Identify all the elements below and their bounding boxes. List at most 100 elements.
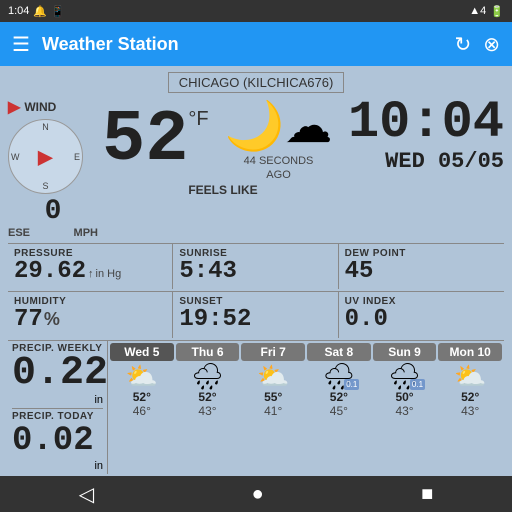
temperature-unit: °F (188, 108, 208, 131)
pressure-unit: in Hg (96, 268, 122, 280)
ago-text: 44 SECONDSAGO (217, 154, 341, 183)
sunrise-cell: SUNRISE 5:43 (173, 244, 338, 289)
wind-speed-unit: MPH (74, 227, 98, 239)
forecast-icon-wrap-3: 🌧0.1 (322, 363, 355, 390)
forecast-low-1: 43° (176, 404, 240, 418)
home-button[interactable]: ● (252, 483, 264, 506)
wind-arrow-icon: ▶ (8, 97, 20, 117)
weather-icon: 🌙☁ (225, 97, 333, 154)
forecast-header-3: Sat 8 (307, 343, 371, 361)
forecast-day-5: Mon 10 ⛅52°43° (438, 343, 502, 418)
forecast-icon-wrap-1: 🌧 (191, 363, 224, 390)
precip-badge-3: 0.1 (344, 379, 359, 390)
pressure-cell: PRESSURE 29.62 ↑ in Hg (8, 244, 173, 289)
forecast-icon-2: ⛅ (257, 363, 289, 389)
precip-divider (12, 408, 103, 409)
forecast-header-2: Fri 7 (241, 343, 305, 361)
battery-icon: 🔋 (490, 5, 504, 18)
clock-section: 10:04 WED 05/05 (348, 97, 504, 174)
forecast-day-0: Wed 5 ⛅52°46° (110, 343, 174, 418)
precip-badge-4: 0.1 (410, 379, 425, 390)
forecast-icon-1: 🌧 (191, 363, 224, 389)
compass-e: E (74, 152, 80, 162)
station-name: CHICAGO (KILCHICA676) (168, 72, 345, 93)
forecast-header-4: Sun 9 (373, 343, 437, 361)
app-bar: ☰ Weather Station ↻ ⊗ (0, 22, 512, 66)
uvindex-value: 0.0 (345, 307, 498, 333)
feels-like-label: FEELS LIKE (102, 183, 344, 197)
forecast-days: Wed 5⛅52°46°Thu 6🌧52°43°Fri 7⛅55°41°Sat … (110, 343, 502, 418)
forecast-low-5: 43° (438, 404, 502, 418)
forecast-icon-wrap-0: ⛅ (126, 363, 158, 390)
forecast-icon-5: ⛅ (454, 363, 486, 389)
wind-units: ESE MPH (8, 227, 98, 239)
settings-button[interactable]: ⊗ (483, 32, 500, 57)
stats-grid-2: HUMIDITY 77 % SUNSET 19:52 UV INDEX 0.0 (8, 291, 504, 337)
forecast-low-0: 46° (110, 404, 174, 418)
forecast-day-3: Sat 8 🌧0.152°45° (307, 343, 371, 418)
compass-n: N (42, 122, 49, 132)
forecast-header-0: Wed 5 (110, 343, 174, 361)
forecast-high-2: 55° (241, 390, 305, 404)
forecast-icon-0: ⛅ (126, 363, 158, 389)
back-button[interactable]: ◁ (79, 482, 94, 507)
wind-direction-arrow: ▶ (38, 144, 53, 169)
temperature-value: 52 (102, 104, 188, 176)
clock-time: 10:04 (348, 97, 504, 149)
uvindex-cell: UV INDEX 0.0 (339, 292, 504, 337)
precip-left: PRECIP. WEEKLY 0.22 in PRECIP. TODAY 0.0… (8, 341, 108, 474)
menu-icon[interactable]: ☰ (12, 32, 30, 57)
top-row: ▶ WIND N S E W ▶ 0 ESE MPH 52 °F (8, 97, 504, 239)
forecast-day-2: Fri 7 ⛅55°41° (241, 343, 305, 418)
recent-button[interactable]: ■ (421, 483, 433, 506)
nav-bar: ◁ ● ■ (0, 476, 512, 512)
precip-today-unit: in (12, 460, 103, 472)
pressure-arrow: ↑ (88, 268, 94, 280)
wind-speed: 0 (8, 196, 98, 227)
wind-label-text: WIND (24, 100, 56, 114)
dewpoint-cell: DEW POINT 45 (339, 244, 504, 289)
forecast-icon-wrap-4: 🌧0.1 (388, 363, 421, 390)
sd-icon: 📱 (51, 5, 65, 18)
dewpoint-value: 45 (345, 259, 498, 285)
forecast-high-0: 52° (110, 390, 174, 404)
clock-date: WED 05/05 (348, 149, 504, 174)
forecast-high-5: 52° (438, 390, 502, 404)
forecast-high-1: 52° (176, 390, 240, 404)
forecast-day-4: Sun 9 🌧0.150°43° (373, 343, 437, 418)
humidity-cell: HUMIDITY 77 % (8, 292, 173, 337)
notification-icon: 🔔 (33, 5, 47, 18)
humidity-value: 77 (14, 307, 43, 333)
precip-weekly-value: 0.22 (12, 354, 108, 394)
wind-dir-unit: ESE (8, 227, 30, 239)
forecast-high-3: 52° (307, 390, 371, 404)
precip-section: PRECIP. WEEKLY 0.22 in PRECIP. TODAY 0.0… (8, 340, 504, 474)
temp-row: 52 °F 🌙☁ 44 SECONDSAGO (102, 97, 344, 183)
temp-section: 52 °F 🌙☁ 44 SECONDSAGO FEELS LIKE (102, 97, 344, 197)
forecast-header-5: Mon 10 (438, 343, 502, 361)
forecast-high-4: 50° (373, 390, 437, 404)
wind-compass: N S E W ▶ (8, 119, 83, 194)
main-content: CHICAGO (KILCHICA676) ▶ WIND N S E W ▶ 0… (0, 66, 512, 480)
sunrise-value: 5:43 (179, 259, 331, 285)
forecast-low-3: 45° (307, 404, 371, 418)
sunset-cell: SUNSET 19:52 (173, 292, 338, 337)
status-bar: 1:04 🔔 📱 ▲4 🔋 (0, 0, 512, 22)
app-title: Weather Station (42, 34, 443, 55)
stats-grid-1: PRESSURE 29.62 ↑ in Hg SUNRISE 5:43 DEW … (8, 243, 504, 289)
status-time: 1:04 (8, 5, 29, 17)
forecast-icon-wrap-5: ⛅ (454, 363, 486, 390)
precip-today-label: PRECIP. TODAY (12, 411, 103, 422)
forecast-area: Wed 5⛅52°46°Thu 6🌧52°43°Fri 7⛅55°41°Sat … (108, 341, 504, 474)
refresh-button[interactable]: ↻ (454, 32, 471, 57)
forecast-day-1: Thu 6🌧52°43° (176, 343, 240, 418)
forecast-low-2: 41° (241, 404, 305, 418)
compass-w: W (11, 152, 20, 162)
wind-section: ▶ WIND N S E W ▶ 0 ESE MPH (8, 97, 98, 239)
sunset-value: 19:52 (179, 307, 331, 333)
pressure-value: 29.62 (14, 259, 86, 285)
precip-today-value: 0.02 (12, 422, 94, 460)
compass-s: S (42, 181, 48, 191)
forecast-icon-wrap-2: ⛅ (257, 363, 289, 390)
forecast-low-4: 43° (373, 404, 437, 418)
